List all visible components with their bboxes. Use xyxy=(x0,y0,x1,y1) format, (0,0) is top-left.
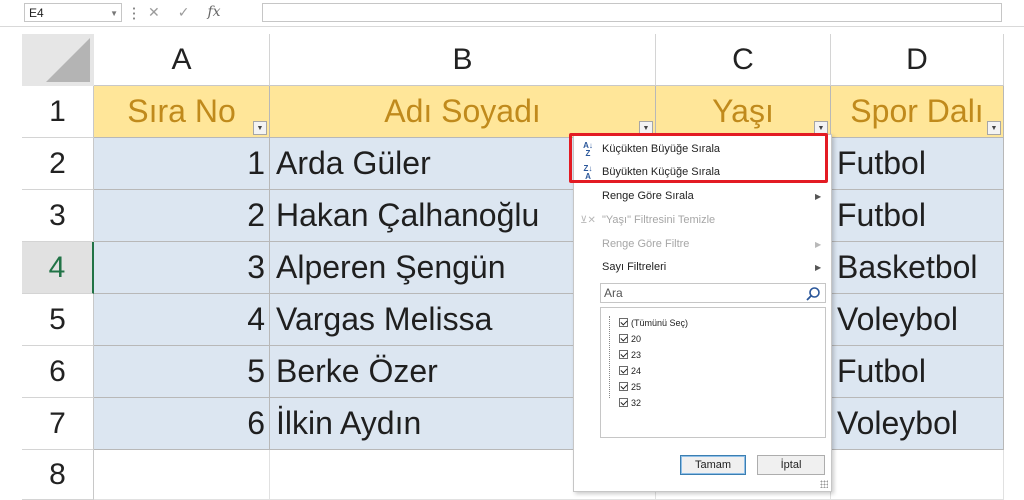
menu-item-label: "Yaşı" Filtresini Temizle xyxy=(602,214,716,226)
row-header-4[interactable]: 4 xyxy=(22,242,94,294)
list-item-label: 25 xyxy=(631,381,642,392)
search-placeholder: Ara xyxy=(604,286,623,300)
row-header-5[interactable]: 5 xyxy=(22,294,94,346)
filter-values-list: (Tümünü Seç) 20 23 24 25 32 xyxy=(600,307,826,438)
list-item[interactable]: 25 xyxy=(619,379,641,394)
table-cell-sport[interactable]: Futbol xyxy=(831,190,1004,242)
table-cell-sport[interactable]: Basketbol xyxy=(831,242,1004,294)
menu-item-label: Renge Göre Sırala xyxy=(602,190,694,202)
list-item[interactable]: 23 xyxy=(619,347,641,362)
filter-dropdown-menu: A↓ Z Küçükten Büyüğe Sırala Z↓ A Büyükten … xyxy=(573,134,832,492)
sort-options-highlight xyxy=(569,133,828,183)
row-header-1[interactable]: 1 xyxy=(22,86,94,138)
menu-item-label: Renge Göre Filtre xyxy=(602,238,690,250)
row-header-8[interactable]: 8 xyxy=(22,450,94,500)
checkbox-checked-icon[interactable] xyxy=(619,382,628,391)
checkbox-checked-icon[interactable] xyxy=(619,350,628,359)
menu-item-label: Sayı Filtreleri xyxy=(602,261,667,273)
header-label: Spor Dalı xyxy=(850,93,984,129)
list-item-label: 24 xyxy=(631,365,642,376)
list-item-select-all[interactable]: (Tümünü Seç) xyxy=(619,315,688,330)
row-header-2[interactable]: 2 xyxy=(22,138,94,190)
chevron-right-icon: ▶ xyxy=(815,191,822,201)
empty-cell[interactable] xyxy=(831,450,1004,500)
menu-item-sort-by-color[interactable]: Renge Göre Sırala ▶ xyxy=(574,185,829,207)
checkbox-checked-icon[interactable] xyxy=(619,334,628,343)
list-item-label: (Tümünü Seç) xyxy=(631,317,689,328)
spreadsheet-grid: A B C D 1 2 3 4 5 6 7 8 Sıra No ▼ Adı So… xyxy=(22,34,1004,500)
column-header-d[interactable]: D xyxy=(831,34,1004,86)
menu-item-number-filters[interactable]: Sayı Filtreleri ▶ xyxy=(574,256,829,278)
cancel-icon[interactable]: ✕ xyxy=(148,4,160,21)
chevron-down-icon[interactable]: ▼ xyxy=(110,4,118,23)
row-header-7[interactable]: 7 xyxy=(22,398,94,450)
chevron-right-icon: ▶ xyxy=(815,262,822,272)
filter-dropdown-icon[interactable]: ▼ xyxy=(253,121,267,135)
header-cell-adi-soyadi[interactable]: Adı Soyadı ▼ xyxy=(270,86,656,138)
column-header-c[interactable]: C xyxy=(656,34,831,86)
drag-handle-icon[interactable] xyxy=(133,6,135,20)
filter-dropdown-icon[interactable]: ▼ xyxy=(987,121,1001,135)
header-cell-yasi[interactable]: Yaşı ▼ xyxy=(656,86,831,138)
header-label: Adı Soyadı xyxy=(384,93,541,129)
table-cell-no[interactable]: 1 xyxy=(94,138,270,190)
list-item[interactable]: 20 xyxy=(619,331,641,346)
resize-grip-icon[interactable] xyxy=(820,480,828,488)
ok-button[interactable]: Tamam xyxy=(680,455,746,475)
empty-cell[interactable] xyxy=(94,450,270,500)
column-header-a[interactable]: A xyxy=(94,34,270,86)
column-header-b[interactable]: B xyxy=(270,34,656,86)
formula-input[interactable] xyxy=(262,3,1002,22)
select-all-corner[interactable] xyxy=(22,34,95,87)
checkbox-checked-icon[interactable] xyxy=(619,318,628,327)
table-cell-sport[interactable]: Voleybol xyxy=(831,398,1004,450)
checkbox-checked-icon[interactable] xyxy=(619,398,628,407)
table-cell-sport[interactable]: Futbol xyxy=(831,346,1004,398)
clear-filter-icon: ⊻✕ xyxy=(580,214,596,226)
check-icon[interactable]: ✓ xyxy=(178,4,190,21)
formula-icons: ✕ ✓ fx xyxy=(148,1,258,23)
table-cell-no[interactable]: 3 xyxy=(94,242,270,294)
checkbox-checked-icon[interactable] xyxy=(619,366,628,375)
table-cell-no[interactable]: 5 xyxy=(94,346,270,398)
header-label: Sıra No xyxy=(127,93,236,129)
formula-bar: E4 ▼ ✕ ✓ fx xyxy=(0,0,1024,27)
list-item[interactable]: 24 xyxy=(619,363,641,378)
search-input[interactable]: Ara xyxy=(600,283,826,303)
table-cell-sport[interactable]: Voleybol xyxy=(831,294,1004,346)
row-header-6[interactable]: 6 xyxy=(22,346,94,398)
search-icon[interactable] xyxy=(805,286,821,302)
table-cell-sport[interactable]: Futbol xyxy=(831,138,1004,190)
header-label: Yaşı xyxy=(712,93,774,129)
menu-item-clear-filter[interactable]: ⊻✕ "Yaşı" Filtresini Temizle xyxy=(574,209,829,231)
function-icon[interactable]: fx xyxy=(207,4,220,20)
table-cell-no[interactable]: 2 xyxy=(94,190,270,242)
list-item-label: 32 xyxy=(631,397,642,408)
list-item[interactable]: 32 xyxy=(619,395,641,410)
list-item-label: 20 xyxy=(631,333,642,344)
header-cell-sira-no[interactable]: Sıra No ▼ xyxy=(94,86,270,138)
chevron-right-icon: ▶ xyxy=(815,239,822,249)
list-item-label: 23 xyxy=(631,349,642,360)
menu-item-filter-by-color[interactable]: Renge Göre Filtre ▶ xyxy=(574,233,829,255)
row-header-3[interactable]: 3 xyxy=(22,190,94,242)
header-cell-spor-dali[interactable]: Spor Dalı ▼ xyxy=(831,86,1004,138)
table-cell-no[interactable]: 6 xyxy=(94,398,270,450)
name-box-value: E4 xyxy=(29,6,44,20)
table-cell-no[interactable]: 4 xyxy=(94,294,270,346)
name-box[interactable]: E4 ▼ xyxy=(24,3,122,22)
cancel-button[interactable]: İptal xyxy=(757,455,825,475)
